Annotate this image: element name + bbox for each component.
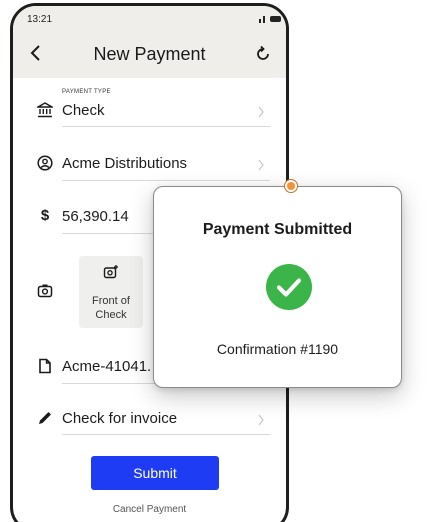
confirmation-number: Confirmation #1190 bbox=[216, 341, 339, 357]
add-photo-icon bbox=[103, 265, 118, 279]
bank-icon bbox=[37, 102, 53, 118]
divider bbox=[62, 434, 270, 435]
submit-button[interactable]: Submit bbox=[91, 456, 219, 490]
status-time: 13:21 bbox=[27, 14, 53, 25]
chevron-right-icon[interactable] bbox=[257, 106, 265, 118]
front-of-check-label-line1: Front of bbox=[92, 295, 130, 307]
screen: 13:21 New Payment PAYMENT TYPE Check Acm… bbox=[0, 0, 428, 522]
signal-icon bbox=[259, 16, 265, 23]
document-icon bbox=[39, 358, 51, 374]
front-of-check-label: Front of Check bbox=[79, 294, 143, 322]
document-field[interactable]: Acme-41041. bbox=[62, 358, 151, 375]
dollar-icon: $ bbox=[40, 207, 50, 224]
payment-type-caption: PAYMENT TYPE bbox=[62, 89, 111, 95]
divider bbox=[62, 126, 270, 127]
payee-field[interactable]: Acme Distributions bbox=[62, 155, 187, 172]
page-title: New Payment bbox=[93, 44, 206, 64]
payment-type-field[interactable]: Check bbox=[62, 102, 105, 119]
user-icon bbox=[37, 155, 53, 171]
divider bbox=[62, 180, 270, 181]
cancel-payment-link[interactable]: Cancel Payment bbox=[13, 504, 286, 515]
chevron-right-icon[interactable] bbox=[257, 414, 265, 426]
checkmark-icon bbox=[266, 264, 312, 310]
front-of-check-label-line2: Check bbox=[95, 309, 127, 321]
front-of-check-upload[interactable]: Front of Check bbox=[79, 256, 143, 328]
refresh-icon[interactable] bbox=[255, 46, 271, 62]
dialog-title: Payment Submitted bbox=[202, 221, 353, 238]
chevron-right-icon[interactable] bbox=[257, 159, 265, 171]
amount-field[interactable]: 56,390.14 bbox=[62, 208, 129, 225]
memo-field[interactable]: Check for invoice bbox=[62, 410, 177, 427]
payment-submitted-dialog: Payment Submitted Confirmation #1190 bbox=[153, 186, 402, 388]
pencil-icon bbox=[39, 412, 51, 424]
pointer-marker bbox=[285, 180, 297, 192]
battery-icon bbox=[270, 16, 281, 22]
header-bar: 13:21 New Payment bbox=[13, 6, 286, 78]
camera-icon bbox=[37, 284, 53, 298]
